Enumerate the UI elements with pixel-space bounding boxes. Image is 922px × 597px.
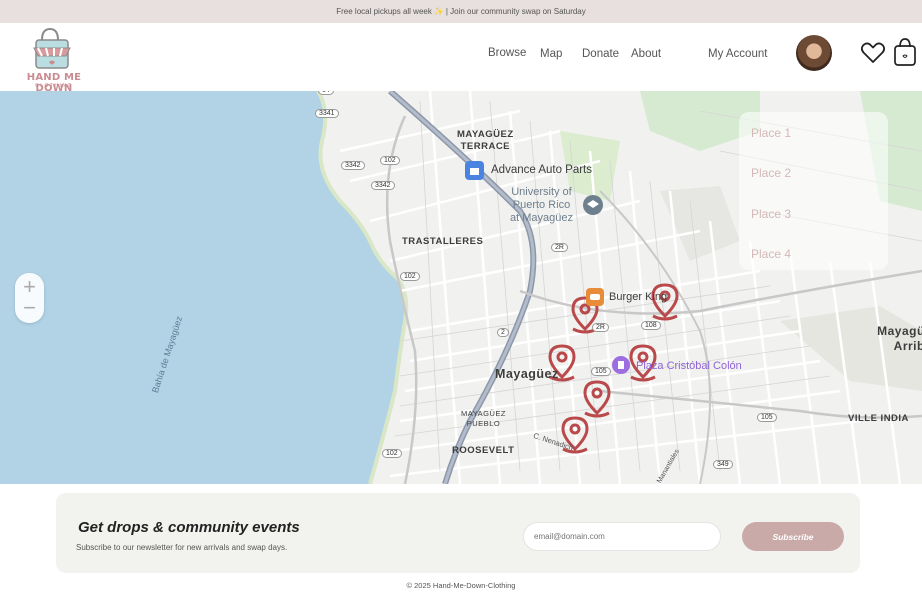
email-field[interactable] [523, 522, 721, 551]
place-item[interactable]: Place 4 [751, 247, 791, 261]
shopping-bag-icon[interactable] [893, 37, 917, 67]
brand-tagline: CLOTHING [35, 83, 73, 89]
map-area-label: MAYAGÜEZ TERRACE [457, 129, 514, 152]
map-city-label: Mayagüez [495, 367, 559, 381]
map-area-label: ROOSEVELT [452, 445, 515, 456]
brand-logo[interactable]: HAND ME DOWN CLOTHING [8, 26, 100, 94]
newsletter-section: Get drops & community events Subscribe t… [56, 493, 860, 573]
map-area-label: VILLE INDIA [848, 413, 909, 424]
road-shield: 105 [591, 367, 611, 376]
nav-map[interactable]: Map [540, 48, 562, 60]
map-poi-label[interactable]: Plaza Cristóbal Colón [636, 360, 742, 372]
heart-icon[interactable] [860, 41, 886, 65]
nav-browse[interactable]: Browse [488, 47, 526, 59]
road-shield: 105 [757, 413, 777, 422]
place-item[interactable]: Place 2 [751, 166, 791, 180]
places-panel: Place 1 Place 2 Place 3 Place 4 [739, 112, 888, 270]
road-shield: 64 [318, 91, 334, 95]
announcement-text: Free local pickups all week [336, 7, 432, 16]
map-poi-label[interactable]: Burger King [609, 291, 667, 303]
nav-my-account[interactable]: My Account [708, 48, 767, 60]
map-poi-label[interactable]: Advance Auto Parts [491, 164, 592, 176]
sparkle-icon: ✨ [433, 7, 444, 16]
road-shield: 102 [382, 449, 402, 458]
map-poi-label[interactable]: University of Puerto Rico at Mayagüez [510, 186, 573, 225]
subscribe-button[interactable]: Subscribe [742, 522, 844, 551]
footer-copyright: © 2025 Hand-Me-Down-Clothing [406, 581, 516, 590]
site-header: HAND ME DOWN CLOTHING Browse Map Donate … [0, 23, 922, 94]
road-shield: 3342 [371, 181, 395, 190]
road-shield: 3342 [341, 161, 365, 170]
road-shield: 2 [497, 328, 509, 337]
nav-about[interactable]: About [631, 48, 661, 60]
map-area-label: TRASTALLERES [402, 236, 484, 247]
avatar[interactable] [796, 35, 832, 71]
newsletter-title: Get drops & community events [78, 519, 300, 536]
map-area-label: Mayagüe Arriba [877, 324, 922, 353]
announcement-bar: Free local pickups all week ✨ | Join our… [0, 0, 922, 23]
road-shield: 2R [551, 243, 568, 252]
road-shield: 102 [380, 156, 400, 165]
road-shield: 349 [713, 460, 733, 469]
place-item[interactable]: Place 3 [751, 207, 791, 221]
road-shield: 102 [400, 272, 420, 281]
store-map[interactable]: 64 3341 3342 102 3342 102 2R 2 108 2R 10… [0, 91, 922, 484]
nav-donate[interactable]: Donate [582, 48, 619, 60]
shopping-bag-logo-icon [33, 27, 71, 69]
zoom-control: + − [15, 273, 44, 323]
announcement-text-secondary: | Join our community swap on Saturday [445, 7, 586, 16]
road-shield: 3341 [315, 109, 339, 118]
road-shield: 2R [592, 323, 609, 332]
newsletter-subtitle: Subscribe to our newsletter for new arri… [76, 543, 288, 552]
road-shield: 108 [641, 321, 661, 330]
place-item[interactable]: Place 1 [751, 126, 791, 140]
map-area-label: MAYAGÜEZ PUEBLO [461, 409, 506, 428]
minus-icon[interactable]: − [15, 297, 44, 319]
